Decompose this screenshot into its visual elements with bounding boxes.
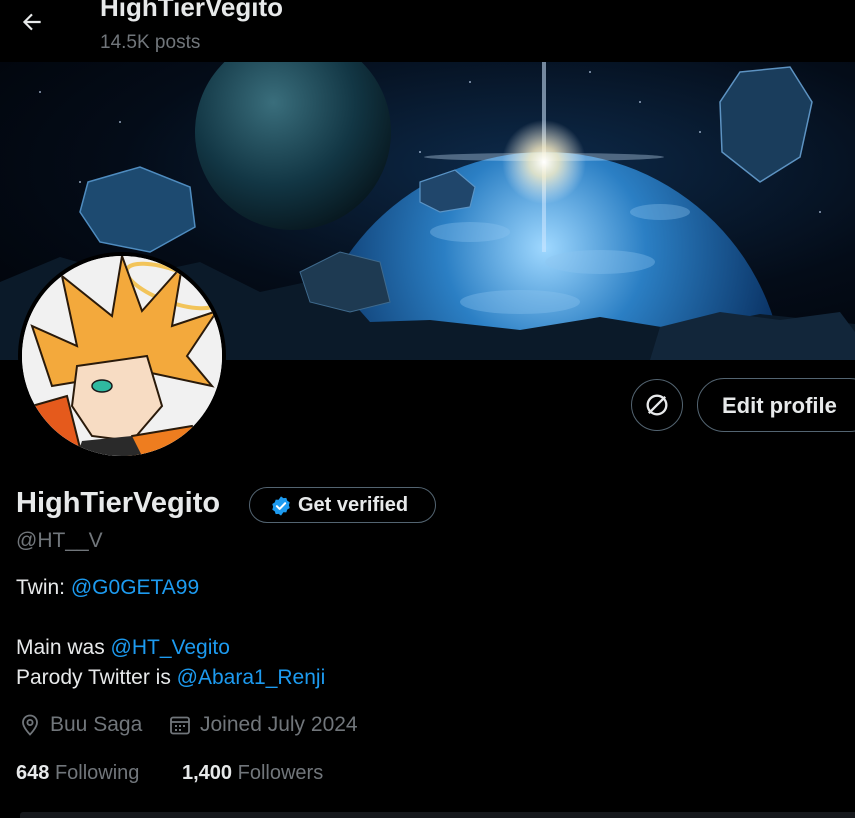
bio-main-label: Main was	[16, 636, 111, 659]
location-item: Buu Saga	[18, 713, 142, 737]
header-post-count: 14.5K posts	[100, 32, 201, 53]
tab-bar-edge	[20, 812, 855, 818]
bio-parody-link[interactable]: @Abara1_Renji	[177, 666, 326, 689]
avatar[interactable]	[18, 252, 226, 460]
get-verified-label: Get verified	[298, 494, 409, 516]
edit-profile-button[interactable]: Edit profile	[697, 378, 855, 432]
location-text: Buu Saga	[50, 713, 143, 736]
followers-label: Followers	[237, 762, 324, 784]
verified-badge-icon	[272, 496, 290, 516]
get-verified-button[interactable]: Get verified	[249, 487, 436, 523]
no-filter-icon	[646, 394, 668, 416]
following-label: Following	[54, 762, 140, 784]
bio-twin-label: Twin:	[16, 576, 71, 599]
back-arrow-icon	[22, 13, 41, 31]
bio-twin-line: Twin: @G0GETA99	[16, 576, 199, 600]
header-title: HighTierVegito	[100, 0, 283, 22]
bio-parody-label: Parody Twitter is	[16, 666, 177, 689]
bio-parody-line: Parody Twitter is @Abara1_Renji	[16, 666, 325, 690]
following-link[interactable]: 648 Following	[16, 762, 139, 785]
following-count: 648	[16, 762, 50, 784]
top-bar: HighTierVegito 14.5K posts	[0, 0, 855, 62]
bio-main-link[interactable]: @HT_Vegito	[111, 636, 230, 659]
edit-profile-label: Edit profile	[722, 393, 837, 418]
followers-count: 1,400	[182, 762, 233, 784]
joined-item: Joined July 2024	[168, 713, 358, 737]
followers-link[interactable]: 1,400 Followers	[182, 762, 323, 785]
location-pin-icon	[22, 714, 38, 736]
calendar-icon	[170, 716, 190, 735]
display-name: HighTierVegito	[16, 487, 221, 519]
back-button[interactable]	[14, 4, 50, 40]
profile-options-button[interactable]	[631, 379, 683, 431]
profile-handle: @HT__V	[16, 529, 103, 552]
bio-twin-link[interactable]: @G0GETA99	[71, 576, 199, 599]
bio-main-line: Main was @HT_Vegito	[16, 636, 230, 660]
joined-text: Joined July 2024	[200, 713, 358, 736]
